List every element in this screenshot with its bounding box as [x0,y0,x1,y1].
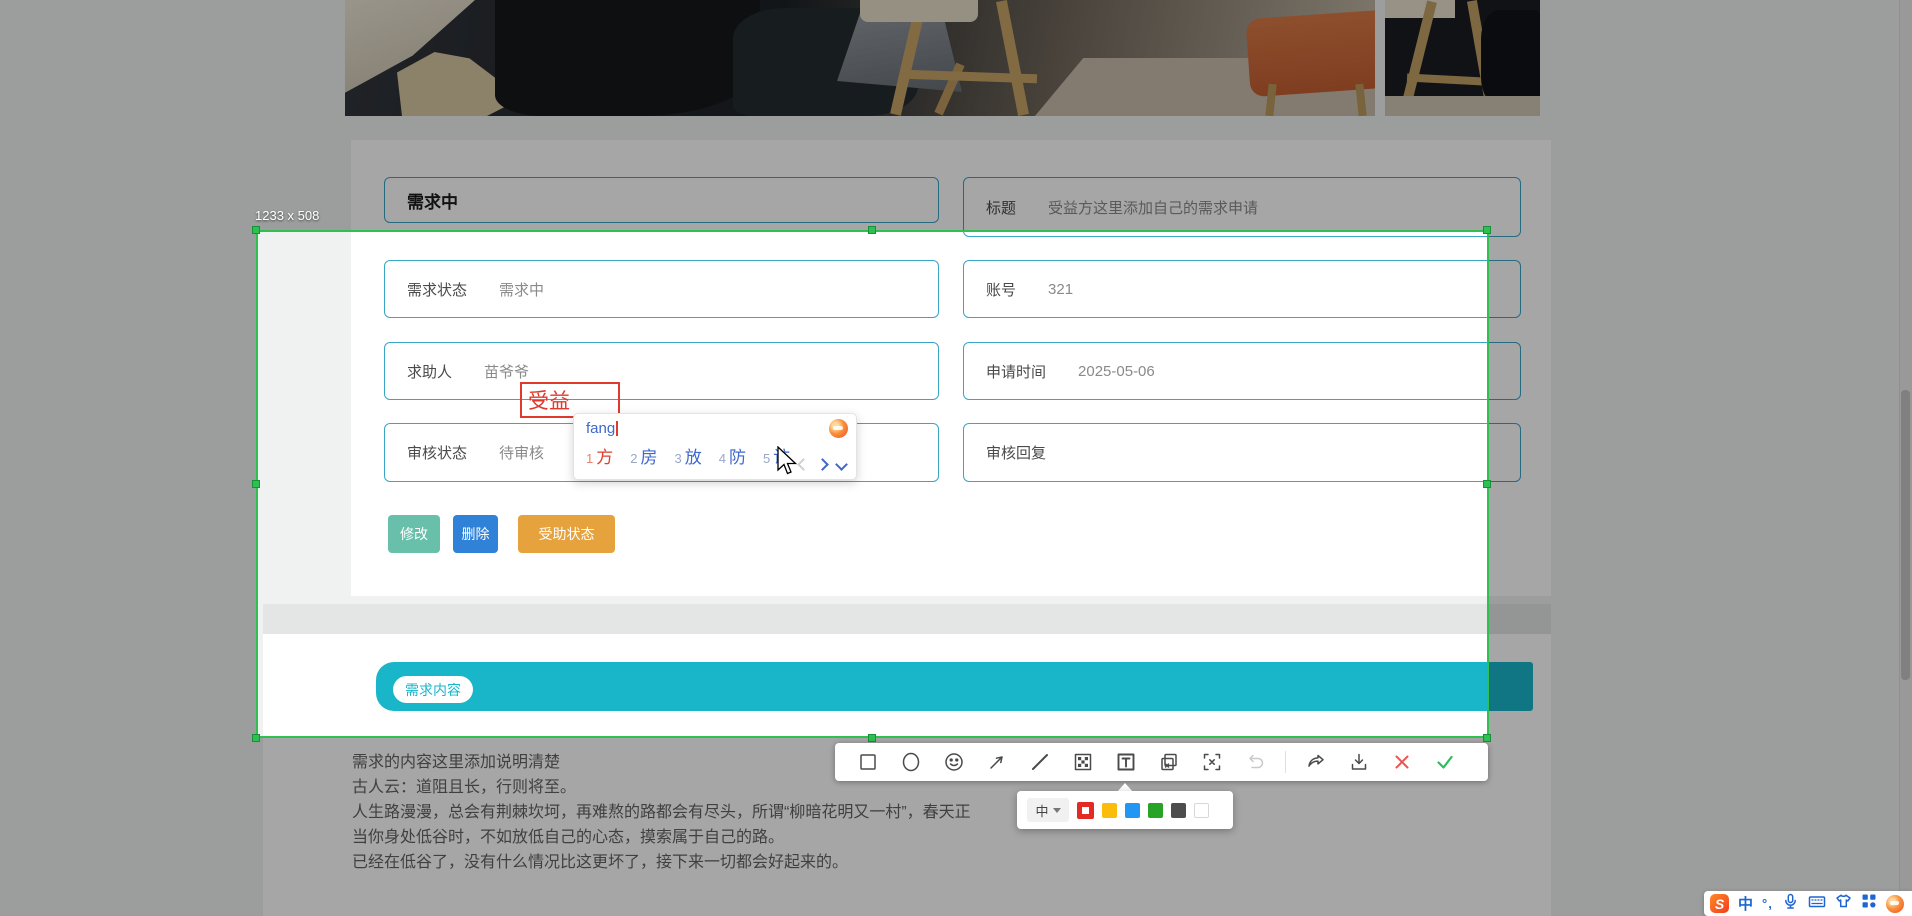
toolbox-grid-icon[interactable] [1861,893,1877,914]
dim-overlay-right [1489,230,1912,738]
ocr-tool-icon[interactable] [1199,749,1225,775]
ime-punctuation-icon[interactable]: °, [1762,896,1773,911]
toolbar-separator [1285,751,1286,773]
text-style-bar: 中 [1017,791,1233,829]
close-capture-icon[interactable] [1389,749,1415,775]
ime-next-page-icon[interactable] [816,458,829,471]
color-swatch-red[interactable] [1077,802,1094,819]
confirm-capture-icon[interactable] [1432,749,1458,775]
selection-rectangle[interactable] [256,230,1489,738]
color-swatch-yellow[interactable] [1102,803,1117,818]
arrow-tool-icon[interactable] [984,749,1010,775]
rectangle-tool-icon[interactable] [855,749,881,775]
sogou-logo-icon[interactable]: S [1710,894,1729,913]
share-tool-icon[interactable] [1303,749,1329,775]
selection-handle-s[interactable] [868,734,876,742]
ime-language-bar: S 中 °, [1704,891,1912,916]
dim-overlay-top [0,0,1912,230]
selection-size-label: 1233 x 508 [255,208,319,223]
selection-handle-w[interactable] [252,480,260,488]
download-tool-icon[interactable] [1346,749,1372,775]
ime-mode-chinese[interactable]: 中 [1738,893,1753,914]
ime-popup: fang 1 方 2 房 3 放 4 防 5 访 [573,413,857,480]
mouse-cursor [776,446,798,481]
selection-handle-ne[interactable] [1483,226,1491,234]
selection-handle-sw[interactable] [252,734,260,742]
ellipse-tool-icon[interactable] [898,749,924,775]
sogou-mascot-icon[interactable] [829,419,848,438]
skin-shirt-icon[interactable] [1835,893,1852,914]
undo-tool-icon[interactable] [1242,749,1268,775]
mosaic-tool-icon[interactable] [1070,749,1096,775]
screenshot-toolbar [835,743,1488,781]
screen: 需求中 标题 受益方这里添加自己的需求申请 需求状态 需求中 账号 321 求助… [0,0,1912,916]
sogou-assistant-icon[interactable] [1886,895,1904,913]
dim-overlay-left [0,230,256,738]
selection-handle-se[interactable] [1483,734,1491,742]
color-swatch-white[interactable] [1194,803,1209,818]
keyboard-icon[interactable] [1808,894,1826,914]
ime-text-caret [616,421,618,436]
selection-handle-nw[interactable] [252,226,260,234]
chevron-down-icon [1053,808,1061,813]
text-annotation-value: 受益 [528,385,570,415]
color-swatch-dark[interactable] [1171,803,1186,818]
ime-candidate-4[interactable]: 4 防 [719,443,746,468]
color-swatch-blue[interactable] [1125,803,1140,818]
microphone-icon[interactable] [1782,893,1799,915]
emoji-tool-icon[interactable] [941,749,967,775]
ime-prev-page-icon[interactable] [797,458,810,471]
ime-composition: fang [586,420,618,437]
ime-candidate-2[interactable]: 2 房 [630,443,657,468]
selection-handle-n[interactable] [868,226,876,234]
ime-expand-icon[interactable] [835,458,848,471]
selection-handle-e[interactable] [1483,480,1491,488]
pin-tool-icon[interactable] [1156,749,1182,775]
ime-candidate-1[interactable]: 1 方 [586,443,613,468]
font-size-dropdown[interactable]: 中 [1027,798,1069,822]
ime-candidate-3[interactable]: 3 放 [674,443,701,468]
pen-tool-icon[interactable] [1027,749,1053,775]
text-tool-icon[interactable] [1113,749,1139,775]
color-swatch-green[interactable] [1148,803,1163,818]
